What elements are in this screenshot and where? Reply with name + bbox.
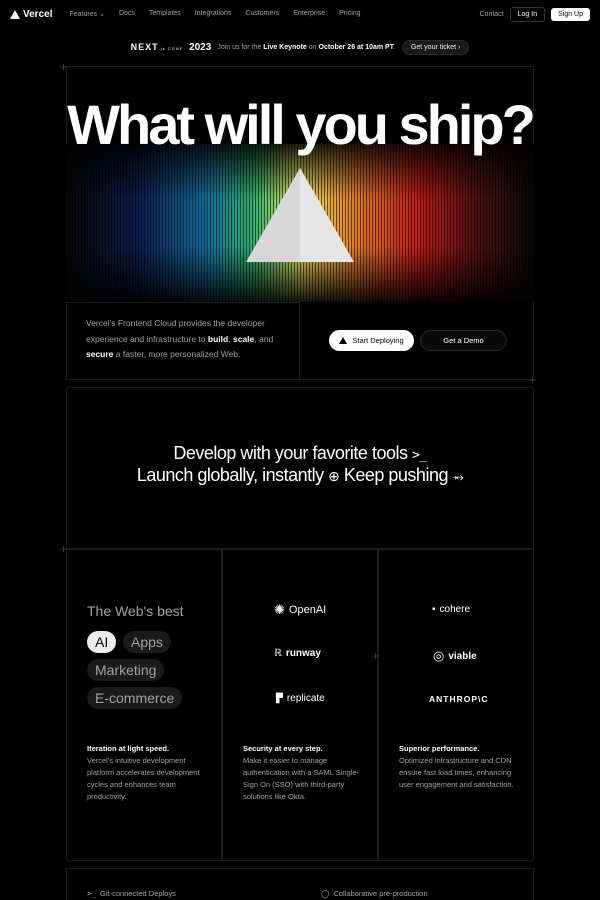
feature-body: Make it easier to manage authentication …: [243, 756, 360, 801]
globe-icon: ⊕: [328, 468, 340, 484]
conf-year: 2023: [189, 41, 212, 53]
get-demo-button[interactable]: Get a Demo: [420, 330, 507, 351]
cohere-icon: ▪: [432, 604, 436, 615]
nav-link-enterprise[interactable]: Enterprise: [286, 10, 332, 18]
chevron-down-icon: ⌄: [99, 11, 105, 18]
git-branch-icon: ⥇: [452, 468, 464, 484]
feature-body: Optimized infrastructure and CDN ensure …: [399, 756, 514, 789]
plus-marker-icon: +: [60, 60, 68, 74]
feature-heading: Iteration at light speed.: [87, 744, 170, 753]
feature-security: Security at every step. Make it easier t…: [243, 743, 361, 803]
nav-actions: Contact Log In Sign Up: [480, 6, 590, 22]
feature-heading: Security at every step.: [243, 744, 323, 753]
git-deploys-tab[interactable]: >_ Git-connected Deploys: [87, 889, 176, 898]
announcement-bar: NEXT.js CONF 2023 Join us for the Live K…: [0, 38, 600, 56]
develop-line-2: Launch globally, instantly ⊕ Keep pushin…: [136, 465, 464, 485]
runway-icon: ℝ: [274, 648, 282, 659]
nav-link-templates[interactable]: Templates: [142, 10, 188, 18]
replicate-logo[interactable]: ▛ replicate: [276, 693, 325, 704]
announcement-text: Join us for the Live Keynote on October …: [217, 43, 396, 51]
comment-icon: ◯: [321, 889, 330, 898]
category-pill-ecommerce[interactable]: E-commerce: [87, 687, 183, 709]
runway-logo[interactable]: ℝ runway: [274, 648, 321, 659]
openai-icon: ✺: [274, 602, 285, 617]
hero-spectrum-art: [66, 144, 534, 302]
viable-logo[interactable]: ◎ viable: [433, 648, 477, 664]
get-ticket-button[interactable]: Get your ticket ›: [401, 39, 470, 55]
vercel-logo[interactable]: Vercel: [10, 9, 52, 20]
nextjs-conf-logo: NEXT.js CONF: [130, 42, 184, 52]
preproduction-tab[interactable]: ◯ Collaborative pre-production: [321, 889, 428, 898]
nav-link-customers[interactable]: Customers: [238, 10, 286, 18]
brand-name: Vercel: [23, 8, 53, 20]
feature-body: Vercel's intuitive development platform …: [87, 756, 200, 801]
category-pill-apps[interactable]: Apps: [123, 631, 171, 653]
showcase-title: The Web's best: [87, 603, 184, 619]
terminal-icon: >_: [411, 448, 427, 463]
showcase-frame-mid: [222, 549, 378, 861]
plus-marker-icon: +: [529, 373, 537, 387]
nav-link-features[interactable]: Features ⌄: [62, 10, 111, 18]
anthropic-logo[interactable]: ANTHROP\C: [429, 694, 489, 704]
feature-performance: Superior performance. Optimized infrastr…: [399, 743, 517, 791]
replicate-icon: ▛: [276, 693, 283, 703]
plus-marker-icon: +: [372, 649, 380, 663]
vercel-triangle-icon: [10, 9, 20, 19]
develop-line-1: Develop with your favorite tools >_: [173, 443, 427, 463]
cohere-logo[interactable]: ▪ cohere: [432, 604, 470, 615]
nav-link-pricing[interactable]: Pricing: [332, 10, 367, 18]
vercel-triangle-icon: [339, 337, 348, 344]
openai-logo[interactable]: ✺ OpenAI: [274, 602, 326, 618]
category-pill-marketing[interactable]: Marketing: [87, 659, 165, 681]
terminal-icon: >_: [87, 889, 97, 898]
nav-link-integrations[interactable]: Integrations: [188, 10, 239, 18]
hero-title: What will you ship?: [67, 93, 536, 156]
hero-description: Vercel's Frontend Cloud provides the dev…: [86, 318, 274, 359]
category-pill-ai[interactable]: AI: [87, 631, 117, 653]
viable-icon: ◎: [433, 648, 445, 663]
showcase-frame-right: [378, 549, 534, 861]
nav-links: Features ⌄ Docs Templates Integrations C…: [62, 10, 367, 18]
login-button[interactable]: Log In: [509, 6, 546, 22]
start-deploying-button[interactable]: Start Deploying: [329, 330, 414, 351]
top-nav: Vercel Features ⌄ Docs Templates Integra…: [0, 0, 600, 28]
feature-heading: Superior performance.: [399, 744, 480, 753]
chevron-right-icon: ›: [458, 43, 461, 51]
signup-button[interactable]: Sign Up: [551, 7, 590, 21]
feature-iteration: Iteration at light speed. Vercel's intui…: [87, 743, 212, 803]
plus-marker-icon: +: [60, 542, 68, 556]
nav-link-docs[interactable]: Docs: [112, 10, 142, 18]
contact-link[interactable]: Contact: [480, 11, 504, 18]
